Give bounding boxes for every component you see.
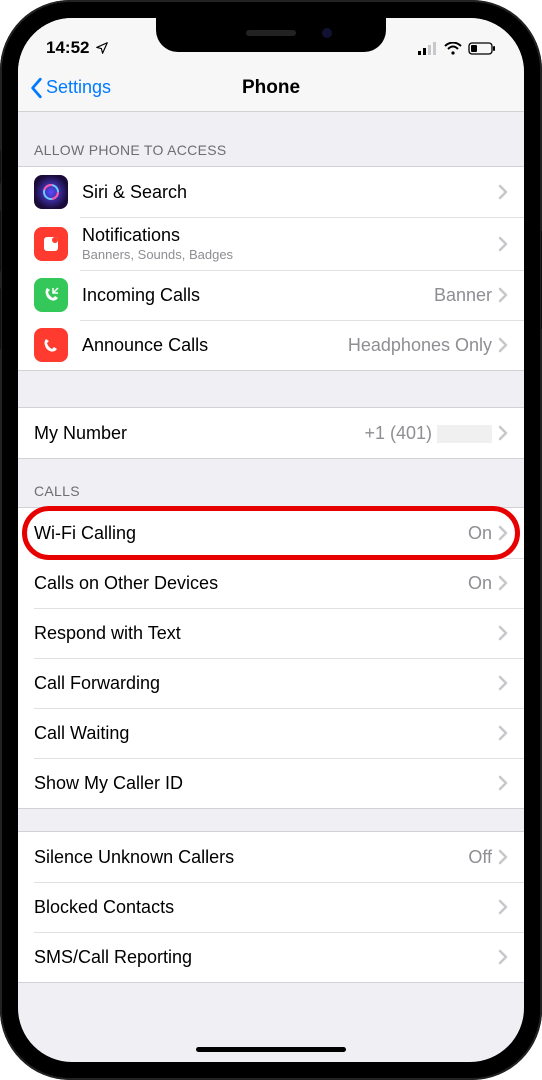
row-value: +1 (401) <box>364 423 492 444</box>
row-label: Calls on Other Devices <box>34 573 468 594</box>
siri-icon <box>34 175 68 209</box>
chevron-right-icon <box>498 575 508 591</box>
row-label: Silence Unknown Callers <box>34 847 468 868</box>
row-my-number[interactable]: My Number +1 (401) <box>18 408 524 458</box>
redacted-number <box>437 425 492 443</box>
back-button[interactable]: Settings <box>30 64 111 111</box>
section-header-access: ALLOW PHONE TO ACCESS <box>18 112 524 166</box>
announce-calls-icon <box>34 328 68 362</box>
row-announce-calls[interactable]: Announce Calls Headphones Only <box>18 320 524 370</box>
row-silence-unknown[interactable]: Silence Unknown Callers Off <box>18 832 524 882</box>
row-value: Headphones Only <box>348 335 492 356</box>
row-label: Announce Calls <box>82 335 348 356</box>
back-label: Settings <box>46 77 111 98</box>
row-sublabel: Banners, Sounds, Badges <box>82 247 498 262</box>
row-label: Notifications <box>82 225 498 246</box>
chevron-right-icon <box>498 184 508 200</box>
navbar: Settings Phone <box>18 64 524 112</box>
row-wifi-calling[interactable]: Wi-Fi Calling On <box>18 508 524 558</box>
row-value: On <box>468 573 492 594</box>
row-label: Blocked Contacts <box>34 897 498 918</box>
chevron-right-icon <box>498 337 508 353</box>
row-siri-search[interactable]: Siri & Search <box>18 167 524 217</box>
home-indicator <box>196 1047 346 1052</box>
row-value: On <box>468 523 492 544</box>
row-label: Show My Caller ID <box>34 773 498 794</box>
row-sms-call-reporting[interactable]: SMS/Call Reporting <box>18 932 524 982</box>
row-label: Wi-Fi Calling <box>34 523 468 544</box>
row-label: Call Forwarding <box>34 673 498 694</box>
row-notifications[interactable]: Notifications Banners, Sounds, Badges <box>18 217 524 270</box>
chevron-right-icon <box>498 525 508 541</box>
group-my-number: My Number +1 (401) <box>18 407 524 459</box>
row-calls-other-devices[interactable]: Calls on Other Devices On <box>18 558 524 608</box>
chevron-right-icon <box>498 675 508 691</box>
chevron-right-icon <box>498 949 508 965</box>
status-time: 14:52 <box>46 38 89 58</box>
section-header-calls: CALLS <box>18 459 524 507</box>
row-call-forwarding[interactable]: Call Forwarding <box>18 658 524 708</box>
chevron-right-icon <box>498 899 508 915</box>
row-incoming-calls[interactable]: Incoming Calls Banner <box>18 270 524 320</box>
chevron-right-icon <box>498 849 508 865</box>
row-label: Call Waiting <box>34 723 498 744</box>
chevron-left-icon <box>30 77 44 99</box>
row-call-waiting[interactable]: Call Waiting <box>18 708 524 758</box>
row-show-caller-id[interactable]: Show My Caller ID <box>18 758 524 808</box>
row-blocked-contacts[interactable]: Blocked Contacts <box>18 882 524 932</box>
chevron-right-icon <box>498 425 508 441</box>
chevron-right-icon <box>498 725 508 741</box>
cellular-icon <box>418 42 438 55</box>
row-label: Respond with Text <box>34 623 498 644</box>
notifications-icon <box>34 227 68 261</box>
group-access: Siri & Search Notifications Banners, Sou… <box>18 166 524 371</box>
row-value: Banner <box>434 285 492 306</box>
chevron-right-icon <box>498 287 508 303</box>
location-icon <box>95 41 109 55</box>
wifi-icon <box>444 42 462 55</box>
row-label: Incoming Calls <box>82 285 434 306</box>
chevron-right-icon <box>498 625 508 641</box>
row-respond-text[interactable]: Respond with Text <box>18 608 524 658</box>
chevron-right-icon <box>498 236 508 252</box>
row-label: SMS/Call Reporting <box>34 947 498 968</box>
group-calls: Wi-Fi Calling On Calls on Other Devices … <box>18 507 524 809</box>
page-title: Phone <box>242 77 300 99</box>
row-label: My Number <box>34 423 364 444</box>
battery-icon <box>468 42 496 55</box>
group-misc: Silence Unknown Callers Off Blocked Cont… <box>18 831 524 983</box>
incoming-calls-icon <box>34 278 68 312</box>
device-notch <box>156 18 386 52</box>
row-label: Siri & Search <box>82 182 498 203</box>
chevron-right-icon <box>498 775 508 791</box>
row-value: Off <box>468 847 492 868</box>
